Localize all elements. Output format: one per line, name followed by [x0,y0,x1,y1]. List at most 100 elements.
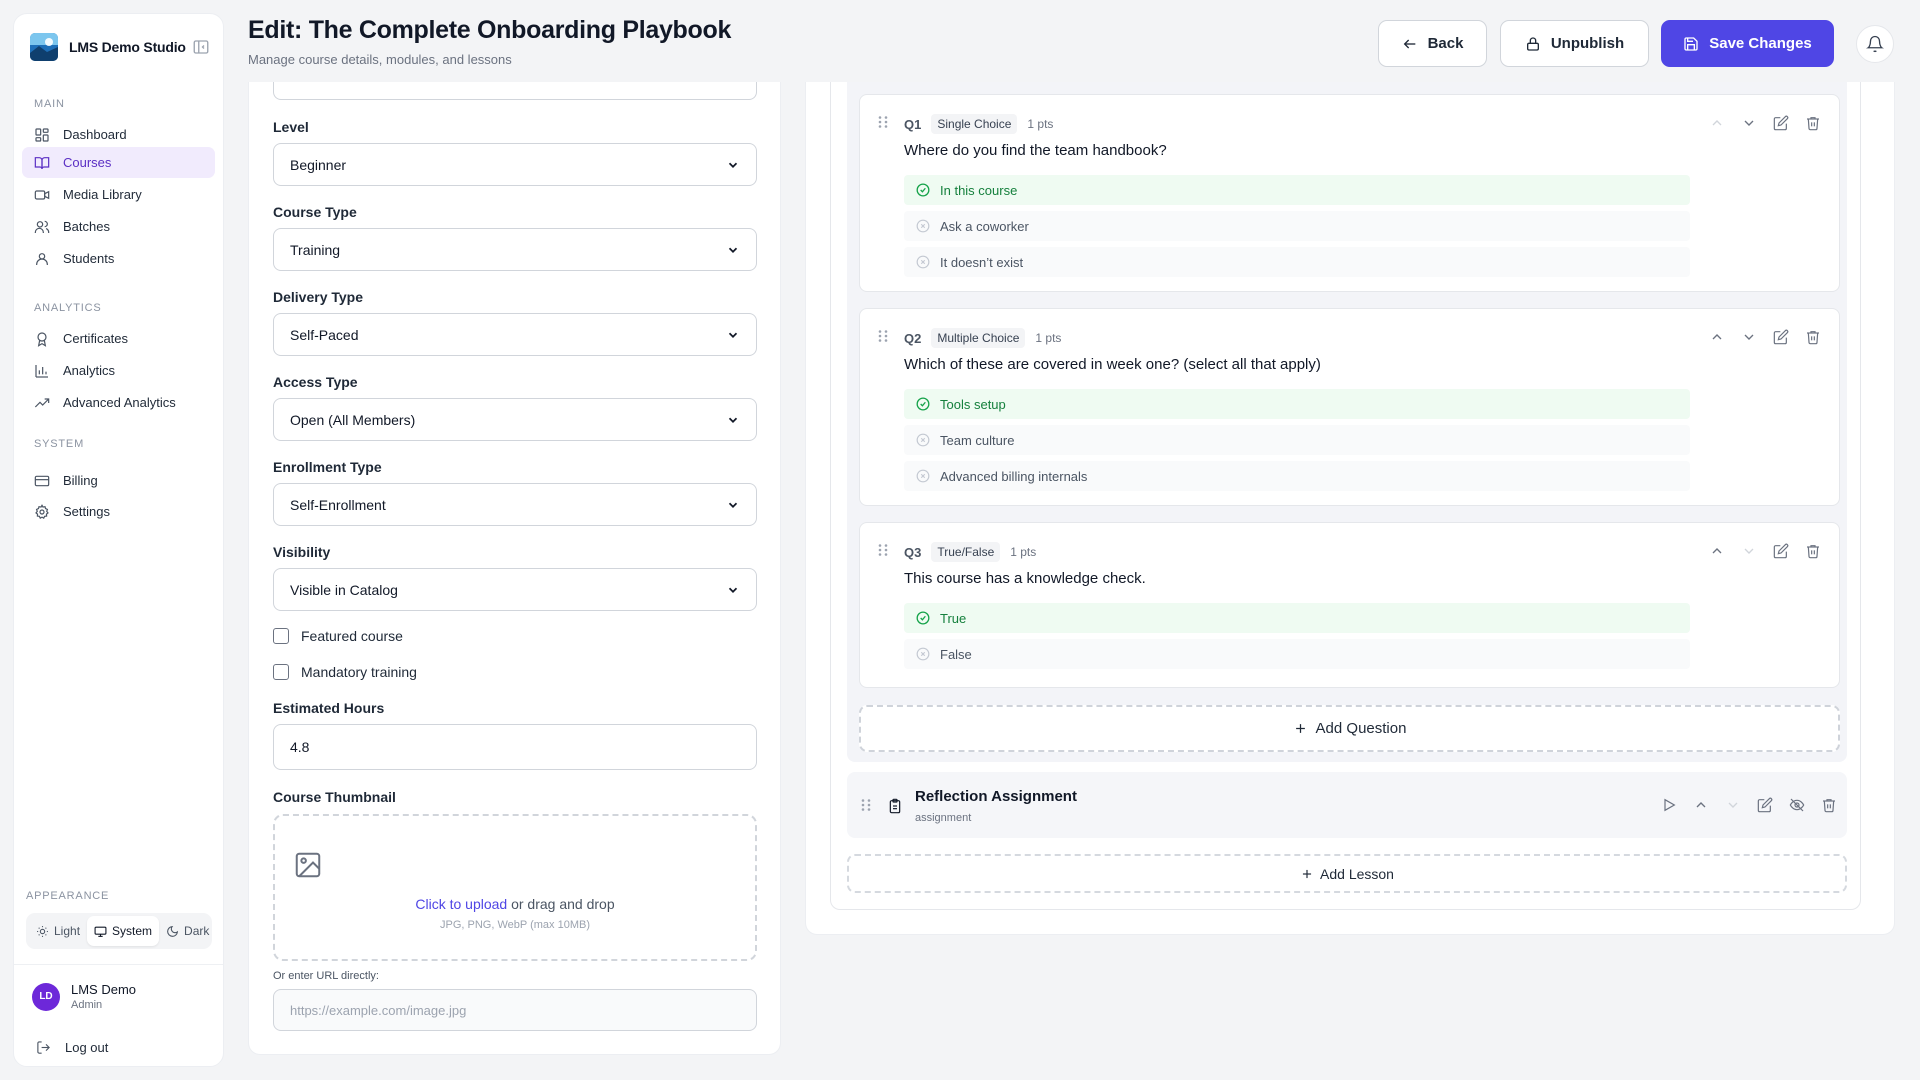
check-circle-icon [916,183,940,197]
question-number: Q1 [904,116,922,132]
bell-icon [1866,35,1884,53]
answer-option: It doesn’t exist [904,247,1690,277]
theme-switch: Light System Dark [26,913,212,949]
question-type-badge: Single Choice [931,114,1018,134]
thumbnail-dropzone[interactable]: Click to upload or drag and drop JPG, PN… [273,814,757,961]
answer-option-text: Advanced billing internals [940,468,1088,484]
sidebar: LMS Demo Studio MAIN Dashboard Courses M… [13,13,224,1067]
drag-handle-icon[interactable] [859,798,873,812]
move-down-icon[interactable] [1725,797,1741,813]
theme-option-system[interactable]: System [87,916,160,946]
trash-icon[interactable] [1805,115,1821,131]
move-up-icon[interactable] [1709,329,1725,345]
question-card: Q3 True/False 1 pts This course has a kn… [859,522,1840,688]
delivery-type-select[interactable]: Self-Paced [273,313,757,356]
question-card: Q2 Multiple Choice 1 pts Which of these … [859,308,1840,506]
play-icon[interactable] [1661,797,1677,813]
sidebar-item-students[interactable]: Students [22,243,215,274]
theme-option-light[interactable]: Light [29,916,87,946]
brand-logo [30,33,58,61]
thumbnail-url-input[interactable] [273,989,757,1031]
featured-course-checkbox[interactable] [273,628,289,644]
edit-icon[interactable] [1773,115,1789,131]
nav-section-analytics: ANALYTICS [34,302,102,314]
course-thumbnail-label: Course Thumbnail [273,789,396,805]
sidebar-item-label: Media Library [63,187,142,202]
edit-icon[interactable] [1773,543,1789,559]
user-profile[interactable]: LD LMS Demo Admin [32,982,136,1011]
image-icon [293,850,323,880]
nav-section-main: MAIN [34,98,65,110]
sidebar-item-dashboard[interactable]: Dashboard [22,119,215,150]
sidebar-item-batches[interactable]: Batches [22,211,215,242]
level-select[interactable]: Beginner [273,143,757,186]
chevron-down-icon [726,413,740,427]
user-name: LMS Demo [71,982,137,997]
course-type-value: Training [290,241,341,258]
question-type-badge: True/False [931,542,1001,562]
access-type-value: Open (All Members) [290,411,416,428]
move-down-icon[interactable] [1741,329,1757,345]
click-to-upload-link[interactable]: Click to upload [415,896,507,912]
answer-option-text: Tools setup [940,396,1006,412]
answer-option: Team culture [904,425,1690,455]
move-up-icon[interactable] [1709,543,1725,559]
logout-button[interactable]: Log out [36,1040,108,1055]
unpublish-button[interactable]: Unpublish [1500,20,1649,67]
move-down-icon[interactable] [1741,115,1757,131]
question-text: Where do you find the team handbook? [904,142,1167,159]
estimated-hours-input[interactable] [273,724,757,770]
sidebar-item-settings[interactable]: Settings [22,496,215,527]
edit-icon[interactable] [1757,797,1773,813]
back-button[interactable]: Back [1378,20,1487,67]
trash-icon[interactable] [1805,329,1821,345]
mandatory-training-label: Mandatory training [301,664,417,680]
level-value: Beginner [290,156,347,173]
sidebar-item-courses[interactable]: Courses [22,147,215,178]
enrollment-type-select[interactable]: Self-Enrollment [273,483,757,526]
mandatory-training-row[interactable]: Mandatory training [273,664,417,680]
trash-icon[interactable] [1821,797,1837,813]
edit-icon[interactable] [1773,329,1789,345]
x-circle-icon [916,219,940,233]
drag-handle-icon[interactable] [876,329,890,343]
move-up-icon[interactable] [1693,797,1709,813]
move-up-icon[interactable] [1709,115,1725,131]
save-changes-button[interactable]: Save Changes [1661,20,1834,67]
logout-label: Log out [65,1040,109,1055]
sidebar-item-label: Batches [63,219,110,234]
x-circle-icon [916,255,940,269]
page-subtitle: Manage course details, modules, and less… [248,52,512,67]
x-circle-icon [916,433,940,447]
question-points: 1 pts [1010,545,1037,559]
sidebar-item-analytics[interactable]: Analytics [22,355,215,386]
add-lesson-button[interactable]: Add Lesson [847,854,1847,893]
drag-handle-icon[interactable] [876,543,890,557]
back-label: Back [1427,35,1464,52]
sidebar-item-label: Advanced Analytics [63,395,176,410]
visibility-select[interactable]: Visible in Catalog [273,568,757,611]
notifications-button[interactable] [1856,25,1894,63]
move-down-icon[interactable] [1741,543,1757,559]
sidebar-item-advanced-analytics[interactable]: Advanced Analytics [22,387,215,418]
access-type-select[interactable]: Open (All Members) [273,398,757,441]
sidebar-collapse-icon[interactable] [192,38,210,56]
mandatory-training-checkbox[interactable] [273,664,289,680]
dropzone-text-rest: or drag and drop [507,896,615,912]
trash-icon[interactable] [1805,543,1821,559]
category-select-partial[interactable] [273,82,757,100]
add-question-button[interactable]: Add Question [859,705,1840,752]
drag-handle-icon[interactable] [876,115,890,129]
theme-option-dark[interactable]: Dark [159,916,216,946]
appearance-label: APPEARANCE [26,890,110,902]
sidebar-item-media-library[interactable]: Media Library [22,179,215,210]
eye-off-icon[interactable] [1789,797,1805,813]
lesson-row[interactable]: Reflection Assignment assignment [847,772,1847,838]
level-label: Level [273,119,309,135]
nav-section-system: SYSTEM [34,438,85,450]
answer-option-text: Ask a coworker [940,218,1029,234]
sidebar-item-billing[interactable]: Billing [22,465,215,496]
sidebar-item-certificates[interactable]: Certificates [22,323,215,354]
featured-course-row[interactable]: Featured course [273,628,403,644]
course-type-select[interactable]: Training [273,228,757,271]
